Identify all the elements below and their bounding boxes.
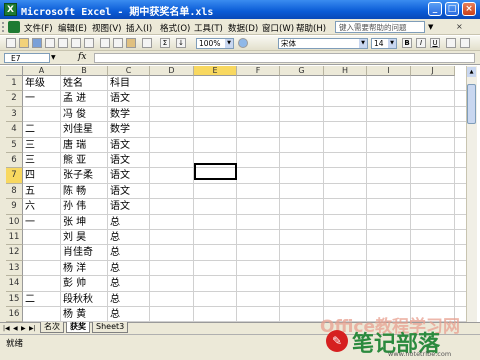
cell-c7[interactable]: 语文 <box>108 168 130 183</box>
cell-c5[interactable]: 语文 <box>108 138 130 153</box>
cell-a3[interactable] <box>23 107 25 122</box>
column-header-f[interactable]: F <box>237 66 280 76</box>
last-sheet-icon[interactable]: ▶| <box>29 325 36 332</box>
cell-a7[interactable]: 四 <box>23 168 35 183</box>
cell-c15[interactable]: 总 <box>108 292 120 307</box>
column-header-e[interactable]: E <box>194 66 237 76</box>
sheet-tab-sheet3[interactable]: Sheet3 <box>92 322 129 333</box>
cell-b2[interactable]: 孟 进 <box>61 91 86 106</box>
cell-a13[interactable] <box>23 261 25 276</box>
cell-b15[interactable]: 段秋秋 <box>61 292 93 307</box>
cell-a14[interactable] <box>23 276 25 291</box>
row-header-7[interactable]: 7 <box>6 168 23 184</box>
cell-a16[interactable] <box>23 307 25 322</box>
first-sheet-icon[interactable]: |◀ <box>3 325 10 332</box>
cell-a9[interactable]: 六 <box>23 199 35 214</box>
row-header-12[interactable]: 12 <box>6 245 23 261</box>
cell-b8[interactable]: 陈 畅 <box>61 184 86 199</box>
row-header-13[interactable]: 13 <box>6 260 23 277</box>
cell-b10[interactable]: 张 坤 <box>61 215 86 230</box>
cell-a12[interactable] <box>23 245 25 260</box>
cell-a5[interactable]: 三 <box>23 138 35 153</box>
row-header-14[interactable]: 14 <box>6 276 23 292</box>
row-header-4[interactable]: 4 <box>6 122 23 138</box>
cell-c11[interactable]: 总 <box>108 230 120 245</box>
gridline-horizontal <box>23 152 466 153</box>
cell-a8[interactable]: 五 <box>23 184 35 199</box>
cell-a4[interactable]: 二 <box>23 122 35 137</box>
cell-a1[interactable]: 年级 <box>23 76 45 91</box>
sheet-tab-awards[interactable]: 获奖 <box>66 322 90 333</box>
column-header-c[interactable]: C <box>108 66 150 76</box>
active-cell[interactable] <box>194 163 237 180</box>
column-header-a[interactable]: A <box>23 66 61 76</box>
cell-b11[interactable]: 刘 昊 <box>61 230 86 245</box>
row-header-2[interactable]: 2 <box>6 91 23 107</box>
column-header-g[interactable]: G <box>280 66 324 76</box>
cell-a15[interactable]: 二 <box>23 292 35 307</box>
next-sheet-icon[interactable]: ▶ <box>21 325 26 332</box>
cell-b16[interactable]: 杨 黄 <box>61 307 86 322</box>
cell-b5[interactable]: 唐 瑞 <box>61 138 86 153</box>
column-header-d[interactable]: D <box>150 66 194 76</box>
row-header-5[interactable]: 5 <box>6 137 23 153</box>
notetribe-logo-icon: ✎ <box>326 330 348 352</box>
gridline-horizontal <box>23 213 466 215</box>
row-header-15[interactable]: 15 <box>6 291 23 307</box>
cell-a10[interactable]: 一 <box>23 215 35 230</box>
grid-layer: A B C D E F G H I J 1 年级 姓名 科目 2 一孟 进语文 3 冯 俊数学 4 二刘佳星 数学 5 三唐… <box>0 0 480 360</box>
cell-b7[interactable]: 张子柔 <box>61 168 93 183</box>
row-header-8[interactable]: 8 <box>6 183 23 200</box>
cell-c1[interactable]: 科目 <box>108 76 130 91</box>
cell-b1[interactable]: 姓名 <box>61 76 83 91</box>
prev-sheet-icon[interactable]: ◀ <box>13 325 18 332</box>
row-header-9[interactable]: 9 <box>6 199 23 215</box>
cell-b12[interactable]: 肖佳奇 <box>61 245 93 260</box>
cell-b9[interactable]: 孙 伟 <box>61 199 86 214</box>
row-header-1[interactable]: 1 <box>6 76 23 92</box>
column-header-h[interactable]: H <box>324 66 367 76</box>
cell-b3[interactable]: 冯 俊 <box>61 107 86 122</box>
cell-c10[interactable]: 总 <box>108 215 120 230</box>
row-header-16[interactable]: 16 <box>6 307 23 323</box>
gridline-horizontal <box>23 90 466 92</box>
cell-c4[interactable]: 数学 <box>108 122 130 137</box>
column-header-b[interactable]: B <box>61 66 108 76</box>
cell-c6[interactable]: 语文 <box>108 153 130 168</box>
status-text: 就绪 <box>6 339 24 349</box>
scroll-up-icon[interactable]: ▲ <box>467 67 476 77</box>
gridline-horizontal <box>23 198 466 200</box>
cell-b6[interactable]: 熊 亚 <box>61 153 86 168</box>
cell-c13[interactable]: 总 <box>108 261 120 276</box>
cell-a6[interactable]: 三 <box>23 153 35 168</box>
cell-a2[interactable]: 一 <box>23 91 35 106</box>
cell-c14[interactable]: 总 <box>108 276 120 291</box>
column-header-j[interactable]: J <box>411 66 455 76</box>
row-header-10[interactable]: 10 <box>6 214 23 230</box>
gridline-horizontal <box>23 275 466 277</box>
gridline-horizontal <box>23 229 466 230</box>
cell-b14[interactable]: 彭 帅 <box>61 276 86 291</box>
cell-a11[interactable] <box>23 230 25 245</box>
column-header-i[interactable]: I <box>367 66 411 76</box>
cell-b4[interactable]: 刘佳星 <box>61 122 93 137</box>
cell-c3[interactable]: 数学 <box>108 107 130 122</box>
scrollbar-thumb[interactable] <box>467 84 476 124</box>
sheet-tab-ranking[interactable]: 名次 <box>40 322 64 333</box>
cell-c8[interactable]: 语文 <box>108 184 130 199</box>
row-header-6[interactable]: 6 <box>6 153 23 169</box>
cell-c9[interactable]: 语文 <box>108 199 130 214</box>
cell-b13[interactable]: 杨 洋 <box>61 261 86 276</box>
cell-c16[interactable]: 总 <box>108 307 120 322</box>
logo-url: www.notetribe.com <box>388 350 452 358</box>
gridline-horizontal <box>23 105 466 107</box>
row-header-3[interactable]: 3 <box>6 106 23 123</box>
cell-c12[interactable]: 总 <box>108 245 120 260</box>
cell-c2[interactable]: 语文 <box>108 91 130 106</box>
row-header-11[interactable]: 11 <box>6 230 23 246</box>
